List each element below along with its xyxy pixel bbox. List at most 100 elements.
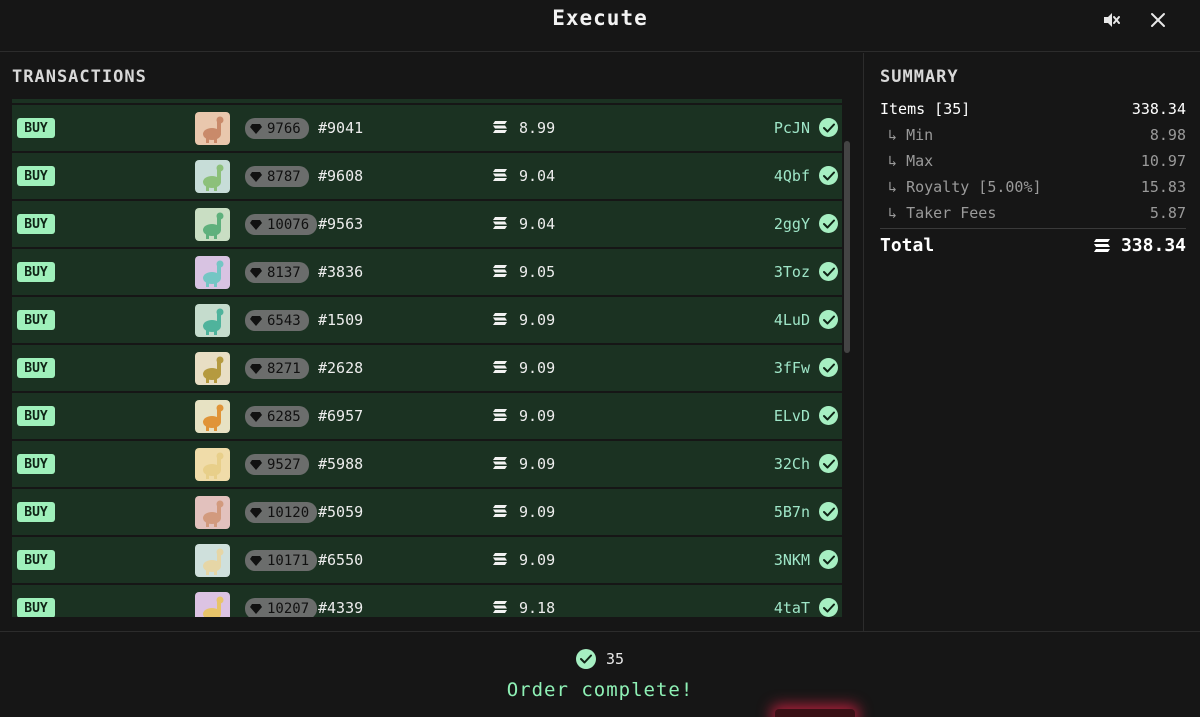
table-row-partial <box>12 99 842 103</box>
summary-panel: SUMMARY Items [35] 338.34 ↳ Min 8.98 ↳ M… <box>865 53 1200 631</box>
table-row[interactable]: BUY 10120 #5059 9.09 5B7n <box>12 489 842 535</box>
summary-royalty-row: ↳ Royalty [5.00%] 15.83 <box>880 178 1186 196</box>
table-row[interactable]: BUY 6543 #1509 9.09 4LuD <box>12 297 842 343</box>
close-icon[interactable] <box>1147 9 1169 31</box>
table-row[interactable]: BUY 10207 #4339 9.18 4taT <box>12 585 842 617</box>
completed-count: 35 <box>0 649 1200 669</box>
rarity-rank-pill: 8271 <box>245 358 309 379</box>
speaker-mute-icon[interactable] <box>1100 9 1122 31</box>
check-circle-icon <box>819 550 838 569</box>
rarity-rank: 6285 <box>267 408 301 425</box>
transaction-signature-link[interactable]: 4taT <box>774 599 810 617</box>
table-row[interactable]: BUY 8271 #2628 9.09 3fFw <box>12 345 842 391</box>
nft-thumbnail[interactable] <box>195 304 230 337</box>
summary-total-value: 338.34 <box>1120 235 1186 256</box>
solana-icon <box>493 265 507 277</box>
transaction-signature-link[interactable]: 5B7n <box>774 503 810 521</box>
nft-thumbnail[interactable] <box>195 352 230 385</box>
gem-icon <box>250 411 262 422</box>
nft-thumbnail[interactable] <box>195 160 230 193</box>
nft-thumbnail[interactable] <box>195 544 230 577</box>
summary-items-row: Items [35] 338.34 <box>880 100 1186 118</box>
transaction-signature-link[interactable]: 3NKM <box>774 551 810 569</box>
rarity-rank-pill: 6285 <box>245 406 309 427</box>
gem-icon <box>250 267 262 278</box>
gem-icon <box>250 507 262 518</box>
token-id: #1509 <box>318 311 364 329</box>
buy-badge: BUY <box>17 454 55 474</box>
solana-icon <box>493 601 507 613</box>
nft-thumbnail[interactable] <box>195 112 230 145</box>
table-row[interactable]: BUY 9766 #9041 8.99 PcJN <box>12 105 842 151</box>
gem-icon <box>250 459 262 470</box>
solana-icon <box>493 361 507 373</box>
token-id: #9041 <box>318 119 364 137</box>
summary-items-label: Items [35] <box>880 100 971 118</box>
price: 9.04 <box>519 215 556 233</box>
nft-thumbnail[interactable] <box>195 592 230 617</box>
gem-icon <box>250 219 262 230</box>
transactions-scrollbar[interactable] <box>844 141 850 353</box>
transaction-signature-link[interactable]: PcJN <box>774 119 810 137</box>
sub-arrow-icon: ↳ <box>888 178 898 196</box>
price: 9.09 <box>519 359 556 377</box>
rarity-rank: 9527 <box>267 456 301 473</box>
token-id: #3836 <box>318 263 364 281</box>
gem-icon <box>250 123 262 134</box>
nft-thumbnail[interactable] <box>195 256 230 289</box>
transaction-signature-link[interactable]: 32Ch <box>774 455 810 473</box>
token-id: #2628 <box>318 359 364 377</box>
transactions-list[interactable]: BUY 9766 #9041 8.99 PcJN BUY 8787 #9608 9.04 4Qbf… <box>12 99 842 617</box>
token-id: #9563 <box>318 215 364 233</box>
order-status-message: Order complete! <box>506 679 694 701</box>
transaction-signature-link[interactable]: 3fFw <box>774 359 810 377</box>
solana-icon <box>493 121 507 133</box>
summary-max-value: 10.97 <box>1140 152 1186 170</box>
nft-thumbnail[interactable] <box>195 496 230 529</box>
transaction-signature-link[interactable]: 2ggY <box>774 215 810 233</box>
token-id: #5988 <box>318 455 364 473</box>
sub-arrow-icon: ↳ <box>888 204 898 222</box>
summary-min-label: Min <box>906 126 934 144</box>
transaction-signature-link[interactable]: 4Qbf <box>774 167 810 185</box>
price: 9.09 <box>519 455 556 473</box>
token-id: #6550 <box>318 551 364 569</box>
table-row[interactable]: BUY 8137 #3836 9.05 3Toz <box>12 249 842 295</box>
table-row[interactable]: BUY 10076 #9563 9.04 2ggY <box>12 201 842 247</box>
rarity-rank: 8271 <box>267 360 301 377</box>
rarity-rank: 10207 <box>267 600 310 617</box>
summary-min-value: 8.98 <box>1149 126 1186 144</box>
buy-badge: BUY <box>17 262 55 282</box>
nft-thumbnail[interactable] <box>195 400 230 433</box>
rarity-rank-pill: 9527 <box>245 454 309 475</box>
transaction-signature-link[interactable]: ELvD <box>774 407 810 425</box>
summary-taker-row: ↳ Taker Fees 5.87 <box>880 204 1186 222</box>
modal-header: Execute <box>0 0 1200 52</box>
solana-icon <box>493 409 507 421</box>
check-circle-icon <box>819 310 838 329</box>
transaction-signature-link[interactable]: 4LuD <box>774 311 810 329</box>
summary-royalty-value: 15.83 <box>1140 178 1186 196</box>
table-row[interactable]: BUY 9527 #5988 9.09 32Ch <box>12 441 842 487</box>
summary-royalty-label: Royalty [5.00%] <box>906 178 1042 196</box>
buy-badge: BUY <box>17 406 55 426</box>
check-circle-icon <box>819 502 838 521</box>
buy-badge: BUY <box>17 358 55 378</box>
table-row[interactable]: BUY 6285 #6957 9.09 ELvD <box>12 393 842 439</box>
token-id: #4339 <box>318 599 364 617</box>
table-row[interactable]: BUY 8787 #9608 9.04 4Qbf <box>12 153 842 199</box>
nft-thumbnail[interactable] <box>195 208 230 241</box>
solana-icon <box>493 553 507 565</box>
completed-count-value: 35 <box>605 650 625 668</box>
rarity-rank: 8137 <box>267 264 301 281</box>
buy-badge: BUY <box>17 166 55 186</box>
buy-badge: BUY <box>17 550 55 570</box>
nft-thumbnail[interactable] <box>195 448 230 481</box>
check-circle-icon <box>819 406 838 425</box>
table-row[interactable]: BUY 10171 #6550 9.09 3NKM <box>12 537 842 583</box>
rarity-rank-pill: 8137 <box>245 262 309 283</box>
transaction-signature-link[interactable]: 3Toz <box>774 263 810 281</box>
solana-icon <box>493 169 507 181</box>
price: 9.09 <box>519 407 556 425</box>
rarity-rank: 10120 <box>267 504 310 521</box>
